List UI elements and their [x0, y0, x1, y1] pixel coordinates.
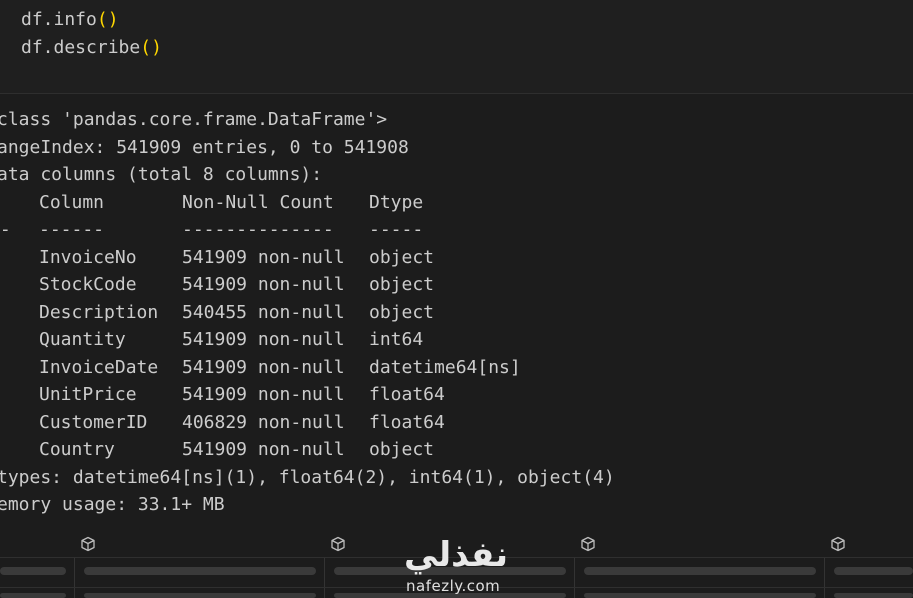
separator-column: ------	[39, 219, 105, 240]
range-index-line: angeIndex: 541909 entries, 0 to 541908	[0, 136, 409, 158]
data-columns-line: ata columns (total 8 columns):	[0, 164, 323, 185]
skeleton-bar	[0, 567, 66, 575]
info-row: 4 InvoiceDate 541909 non-null datetime64…	[0, 354, 913, 382]
row-column: InvoiceDate	[39, 356, 159, 378]
skeleton-bar	[584, 567, 816, 575]
row-dtype: object	[369, 246, 435, 268]
skeleton-bar	[584, 593, 816, 598]
column-divider	[824, 558, 825, 598]
info-header-row: # Column Non-Null Count Dtype	[0, 189, 913, 217]
close-paren: )	[151, 37, 162, 58]
header-column: Column	[39, 191, 105, 213]
code-line-describe: df.describe()	[21, 37, 162, 59]
cube-icon[interactable]	[580, 536, 596, 552]
skeleton-bar	[834, 567, 913, 575]
row-dtype: object	[369, 439, 435, 460]
skeleton-bar	[84, 567, 316, 575]
info-row: 0 InvoiceNo 541909 non-null object	[0, 244, 913, 272]
dtypes-line: types: datetime64[ns](1), float64(2), in…	[0, 466, 615, 488]
info-separator-row: -- ------ -------------- -----	[0, 216, 913, 244]
cube-icon[interactable]	[330, 536, 346, 552]
row-dtype: object	[369, 274, 435, 295]
skeleton-bar	[834, 593, 913, 598]
info-row: 1 StockCode 541909 non-null object	[0, 271, 913, 299]
row-count: 541909 non-null	[182, 384, 345, 405]
row-column: CustomerID	[39, 411, 148, 433]
row-count: 406829 non-null	[182, 411, 345, 433]
row-dtype: int64	[369, 329, 424, 350]
info-row: 7 Country 541909 non-null object	[0, 436, 913, 464]
code-text: df.describe	[21, 37, 141, 58]
separator-count: --------------	[182, 219, 334, 240]
skeleton-bar	[84, 593, 316, 598]
cube-icon[interactable]	[80, 536, 96, 552]
row-count: 541909 non-null	[182, 356, 345, 378]
row-column: UnitPrice	[39, 384, 137, 405]
code-line-info: df.info()	[21, 9, 119, 31]
row-column: StockCode	[39, 274, 137, 295]
row-count: 541909 non-null	[182, 246, 345, 268]
cell-output: class 'pandas.core.frame.DataFrame'> ang…	[0, 106, 913, 519]
info-row: 3 Quantity 541909 non-null int64	[0, 326, 913, 354]
row-dtype: float64	[369, 411, 445, 433]
code-text: df.info	[21, 9, 97, 30]
column-divider	[74, 558, 75, 598]
memory-usage-line: emory usage: 33.1+ MB	[0, 494, 225, 515]
column-divider	[324, 558, 325, 598]
row-count: 541909 non-null	[182, 274, 345, 295]
row-dtype: float64	[369, 384, 445, 405]
code-cell[interactable]: df.info() df.describe()	[0, 0, 913, 94]
open-paren: (	[140, 37, 152, 58]
close-paren: )	[107, 9, 119, 30]
watermark-logo: نفذلي nafezly.com	[400, 535, 512, 597]
cube-icon[interactable]	[830, 536, 846, 552]
row-count: 540455 non-null	[182, 301, 345, 323]
row-column: Country	[39, 439, 115, 460]
info-row: 6 CustomerID 406829 non-null float64	[0, 409, 913, 437]
separator-index: --	[0, 219, 11, 240]
header-count: Non-Null Count	[182, 191, 334, 213]
class-line: class 'pandas.core.frame.DataFrame'>	[0, 109, 388, 130]
skeleton-bar	[0, 593, 66, 598]
separator-dtype: -----	[369, 219, 424, 240]
row-count: 541909 non-null	[182, 439, 345, 460]
row-dtype: object	[369, 301, 435, 323]
watermark-arabic: نفذلي	[403, 535, 509, 575]
row-column: Description	[39, 301, 159, 323]
column-divider	[574, 558, 575, 598]
row-count: 541909 non-null	[182, 329, 345, 350]
header-dtype: Dtype	[369, 191, 424, 213]
row-column: InvoiceNo	[39, 246, 137, 268]
info-row: 5 UnitPrice 541909 non-null float64	[0, 381, 913, 409]
watermark-url: nafezly.com	[406, 577, 501, 595]
open-paren: (	[96, 9, 108, 30]
row-dtype: datetime64[ns]	[369, 356, 521, 378]
row-column: Quantity	[39, 329, 126, 350]
info-row: 2 Description 540455 non-null object	[0, 299, 913, 327]
